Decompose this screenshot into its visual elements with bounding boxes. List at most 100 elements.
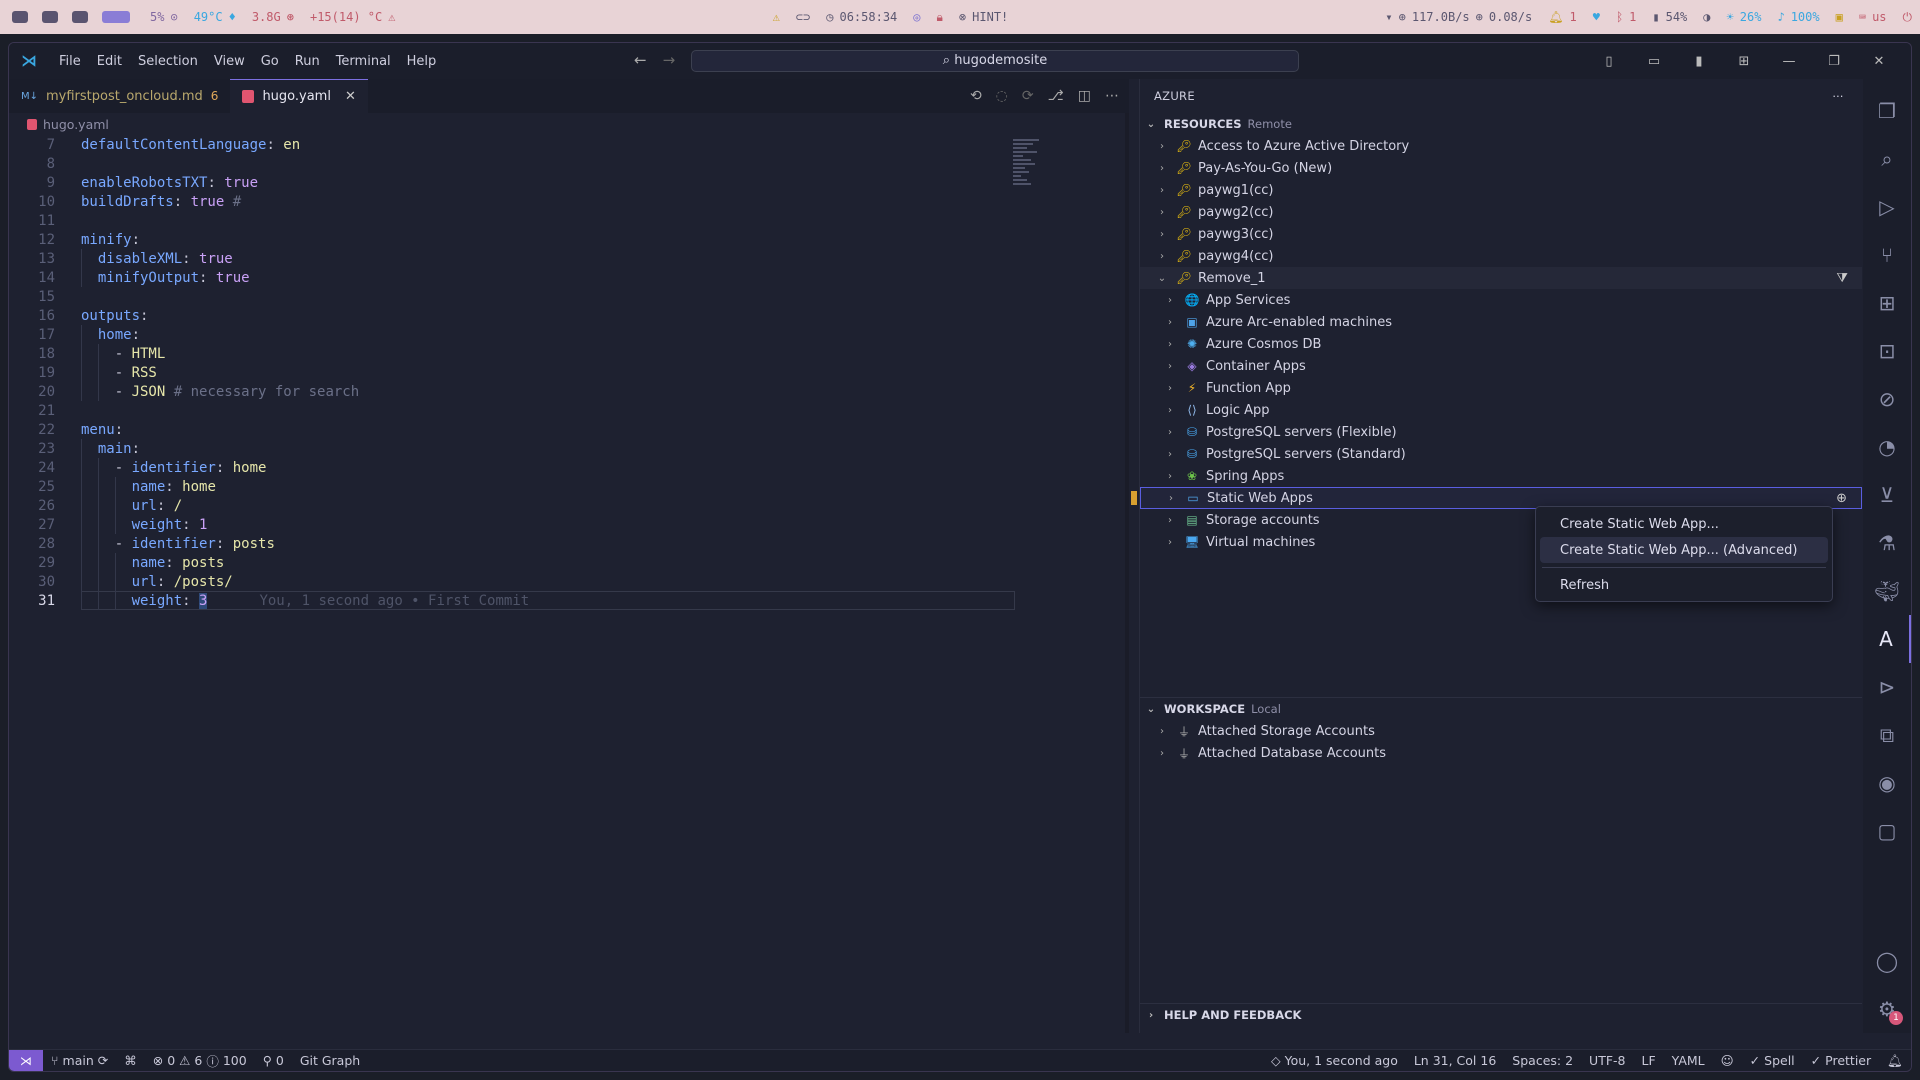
power-icon[interactable]: ⏻ (1903, 10, 1913, 25)
run-debug-icon[interactable]: ▷ (1863, 183, 1911, 231)
resource-type-function-app[interactable]: › ⚡ Function App (1140, 377, 1862, 399)
git-previous-change-icon[interactable]: ⟲ (970, 88, 982, 104)
explorer-icon[interactable]: ❐ (1863, 87, 1911, 135)
workspace-section-header[interactable]: ⌄ WORKSPACE Local (1140, 698, 1862, 720)
resource-type-spring-apps[interactable]: › ❀ Spring Apps (1140, 465, 1862, 487)
wifi-icon[interactable]: ▾ (1385, 10, 1392, 24)
github-icon[interactable]: ◉ (1863, 759, 1911, 807)
resource-type-logic-app[interactable]: › ⟨⟩ Logic App (1140, 399, 1862, 421)
toggle-primary-sidebar-icon[interactable]: ▯ (1596, 54, 1622, 69)
resource-type-postgresql-servers-standard[interactable]: › ⛁ PostgreSQL servers (Standard) (1140, 443, 1862, 465)
breadcrumb[interactable]: hugo.yaml (9, 113, 1129, 135)
menu-run[interactable]: Run (287, 54, 328, 69)
code-line[interactable]: 11 (9, 211, 1129, 230)
command-center-search[interactable]: ⌕ hugodemosite (691, 50, 1299, 72)
workspace-indicator-1[interactable] (12, 11, 28, 23)
resource-type-postgresql-servers-flexible[interactable]: › ⛁ PostgreSQL servers (Flexible) (1140, 421, 1862, 443)
workspace-indicator-active[interactable] (102, 11, 130, 23)
git-graph-button[interactable]: Git Graph (292, 1053, 368, 1068)
restore-icon[interactable]: ❐ (1821, 54, 1847, 69)
hint-label[interactable]: HINT! (972, 10, 1008, 24)
workspace-indicator-2[interactable] (42, 11, 58, 23)
comments-icon[interactable]: ▢ (1863, 807, 1911, 855)
moon-icon[interactable]: ◑ (1703, 10, 1710, 24)
subscription-item[interactable]: › 🔑︎ paywg2(cc) (1140, 201, 1862, 223)
resources-section-header[interactable]: ⌄ RESOURCES Remote (1140, 113, 1862, 135)
subscription-item[interactable]: › 🔑︎ paywg3(cc) (1140, 223, 1862, 245)
code-line[interactable]: 12 minify: (9, 230, 1129, 249)
subscription-remove-1[interactable]: ⌄ 🔑︎ Remove_1 ⧩ (1140, 267, 1862, 289)
code-line[interactable]: 22 menu: (9, 420, 1129, 439)
customize-layout-icon[interactable]: ⊞ (1731, 54, 1757, 69)
more-actions-icon[interactable]: ⋯ (1105, 88, 1119, 104)
code-line[interactable]: 27 weight: 1 (9, 515, 1129, 534)
remote-indicator-icon[interactable]: ⋊ (9, 1049, 43, 1071)
code-line[interactable]: 28 - identifier: posts (9, 534, 1129, 553)
copilot-icon[interactable]: ☺ (1713, 1053, 1742, 1068)
docker-icon[interactable]: 🐳︎ (1863, 567, 1911, 615)
bell-icon[interactable]: 🔔︎ (1548, 10, 1563, 24)
breadcrumb-file[interactable]: hugo.yaml (43, 117, 109, 132)
source-control-icon[interactable]: ⑂ (1863, 231, 1911, 279)
branch-status[interactable]: ⑂ main ⟳ (43, 1053, 116, 1068)
tray-icon[interactable]: ▣ (1836, 10, 1843, 24)
toggle-secondary-sidebar-icon[interactable]: ▮ (1686, 54, 1712, 69)
lock-icon[interactable]: 🔒︎ (937, 10, 943, 25)
code-line[interactable]: 14 minifyOutput: true (9, 268, 1129, 287)
git-revert-icon[interactable]: ◌ (996, 88, 1008, 104)
sync-icon[interactable]: ⟳ (98, 1053, 108, 1068)
close-tab-icon[interactable]: ✕ (345, 89, 356, 104)
subscription-item[interactable]: › 🔑︎ Pay-As-You-Go (New) (1140, 157, 1862, 179)
account-icon[interactable]: ◯ (1863, 937, 1911, 985)
code-line[interactable]: 25 name: home (9, 477, 1129, 496)
timeline-icon[interactable]: ◔ (1863, 423, 1911, 471)
cursor-position[interactable]: Ln 31, Col 16 (1406, 1053, 1504, 1068)
menu-go[interactable]: Go (253, 54, 287, 69)
menu-help[interactable]: Help (399, 54, 445, 69)
code-line[interactable]: 17 home: (9, 325, 1129, 344)
code-line[interactable]: 18 - HTML (9, 344, 1129, 363)
back-arrow-icon[interactable]: ← (634, 51, 647, 69)
line-ending[interactable]: LF (1634, 1053, 1664, 1068)
git-next-change-icon[interactable]: ⟳ (1022, 88, 1034, 104)
subscription-item[interactable]: › 🔑︎ paywg1(cc) (1140, 179, 1862, 201)
database-icon[interactable]: ⧉ (1863, 711, 1911, 759)
git-fetch-status[interactable]: ⌘ (116, 1053, 145, 1068)
prettier-status[interactable]: ✓ Prettier (1803, 1053, 1879, 1068)
code-line[interactable]: 13 disableXML: true (9, 249, 1129, 268)
subscription-item[interactable]: › 🔑︎ paywg4(cc) (1140, 245, 1862, 267)
problems-status[interactable]: ⊗ 0 ⚠ 6 ⓘ 100 (145, 1051, 255, 1070)
close-window-icon[interactable]: ✕ (1866, 54, 1892, 69)
encoding[interactable]: UTF-8 (1581, 1053, 1633, 1068)
code-line[interactable]: 26 url: / (9, 496, 1129, 515)
resource-type-azure-arc-enabled-machines[interactable]: › ▣ Azure Arc-enabled machines (1140, 311, 1862, 333)
tab-markdown-post[interactable]: M↓ myfirstpost_oncloud.md 6 (9, 79, 230, 113)
toggle-panel-icon[interactable]: ▭ (1641, 54, 1667, 69)
code-line[interactable]: 21 (9, 401, 1129, 420)
azure-icon[interactable]: A (1863, 615, 1911, 663)
brightness-icon[interactable]: ☀ (1727, 10, 1734, 24)
open-changes-icon[interactable]: ⎇ (1048, 88, 1064, 104)
git-lens-icon[interactable]: ⊘ (1863, 375, 1911, 423)
code-line[interactable]: 29 name: posts (9, 553, 1129, 572)
testing-icon[interactable]: ⊻ (1863, 471, 1911, 519)
code-line[interactable]: 24 - identifier: home (9, 458, 1129, 477)
keyboard-layout[interactable]: us (1872, 10, 1886, 24)
workspace-indicator-3[interactable] (72, 11, 88, 23)
notifications-bell-icon[interactable]: 🔔︎ (1879, 1053, 1911, 1069)
resource-type-container-apps[interactable]: › ◈ Container Apps (1140, 355, 1862, 377)
search-icon[interactable]: ⌕ (1863, 135, 1911, 183)
filter-icon[interactable]: ⧩ (1836, 271, 1848, 286)
more-actions-icon[interactable]: ⋯ (1832, 89, 1844, 103)
context-menu-item[interactable]: Refresh (1540, 572, 1828, 598)
target-icon[interactable]: ◎ (913, 10, 920, 24)
minimize-icon[interactable]: — (1776, 54, 1802, 69)
menu-view[interactable]: View (206, 54, 253, 69)
code-line[interactable]: 30 url: /posts/ (9, 572, 1129, 591)
minimap[interactable] (1013, 139, 1047, 199)
code-line[interactable]: 7 defaultContentLanguage: en (9, 135, 1129, 154)
settings-gear-icon[interactable]: ⚙ 1 (1863, 985, 1911, 1033)
code-line[interactable]: 20 - JSON # necessary for search (9, 382, 1129, 401)
menu-terminal[interactable]: Terminal (328, 54, 399, 69)
split-editor-icon[interactable]: ◫ (1078, 88, 1091, 104)
